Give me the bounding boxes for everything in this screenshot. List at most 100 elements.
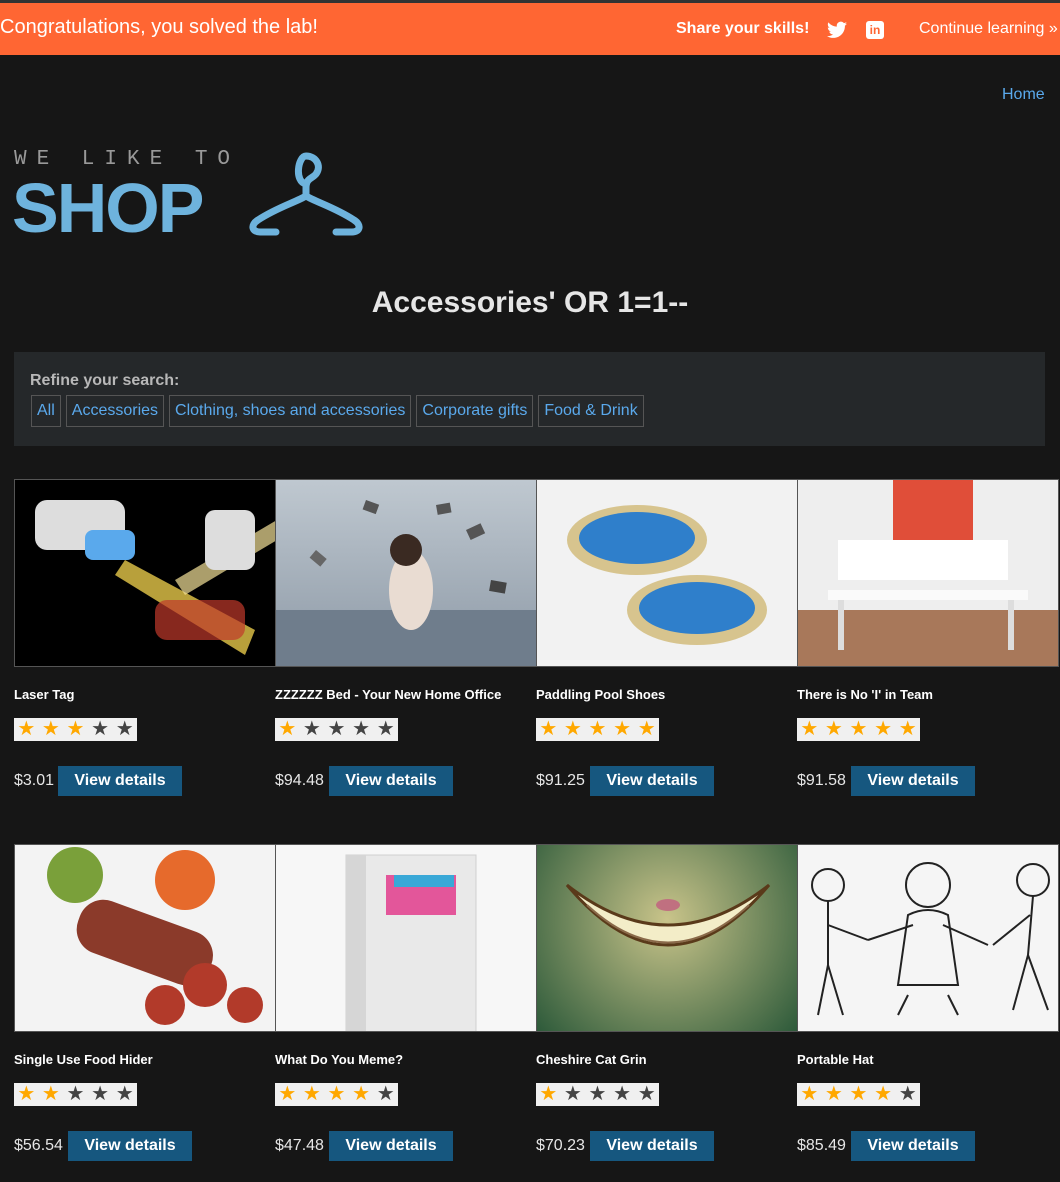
product-card: There is No 'I' in Team ★ ★ ★ ★ ★ $91.58 Vie… [797,479,1059,796]
filter-accessories[interactable]: Accessories [65,395,165,427]
star-icon: ★ [352,718,371,740]
star-icon: ★ [563,718,582,740]
star-rating: ★ ★ ★ ★ ★ [797,1083,920,1106]
product-card: Cheshire Cat Grin ★ ★ ★ ★ ★ $70.23 View deta… [536,844,798,1161]
star-icon: ★ [874,1083,893,1105]
star-icon: ★ [539,718,558,740]
star-icon: ★ [91,718,110,740]
star-icon: ★ [849,718,868,740]
product-price: $91.58 [797,772,846,789]
refine-panel: Refine your search: All Accessories Clot… [14,352,1045,446]
product-image [797,844,1059,1032]
chevron-right-icon: » [1048,20,1058,37]
filter-corporate-gifts[interactable]: Corporate gifts [416,395,534,427]
product-price: $56.54 [14,1137,63,1154]
product-price: $47.48 [275,1137,324,1154]
star-icon: ★ [824,1083,843,1105]
view-details-button[interactable]: View details [590,766,714,796]
product-card: Portable Hat ★ ★ ★ ★ ★ $85.49 View details [797,844,1059,1161]
view-details-button[interactable]: View details [329,766,453,796]
product-image [797,479,1059,667]
star-rating: ★ ★ ★ ★ ★ [536,718,659,741]
product-image [536,844,798,1032]
star-icon: ★ [66,718,85,740]
product-name: Portable Hat [797,1052,874,1067]
star-icon: ★ [800,718,819,740]
star-rating: ★ ★ ★ ★ ★ [275,718,398,741]
star-icon: ★ [849,1083,868,1105]
star-icon: ★ [800,1083,819,1105]
star-icon: ★ [563,1083,582,1105]
product-price: $70.23 [536,1137,585,1154]
product-image [14,479,276,667]
star-icon: ★ [115,718,134,740]
star-icon: ★ [327,718,346,740]
logo-wordmark: SHOP [12,169,204,247]
star-rating: ★ ★ ★ ★ ★ [797,718,920,741]
product-card: ZZZZZZ Bed - Your New Home Office ★ ★ ★ ★ ★ … [275,479,537,796]
product-card: What Do You Meme? ★ ★ ★ ★ ★ $47.48 View deta… [275,844,537,1161]
star-icon: ★ [613,718,632,740]
star-icon: ★ [302,718,321,740]
continue-learning-label: Continue learning [919,20,1045,37]
home-link[interactable]: Home [1002,86,1045,104]
product-price: $94.48 [275,772,324,789]
product-name: There is No 'I' in Team [797,687,933,702]
star-rating: ★ ★ ★ ★ ★ [14,718,137,741]
product-card: Single Use Food Hider ★ ★ ★ ★ ★ $56.54 View … [14,844,276,1161]
star-icon: ★ [17,718,36,740]
search-heading: Accessories' OR 1=1-- [371,286,689,319]
star-icon: ★ [17,1083,36,1105]
product-price: $3.01 [14,772,55,789]
product-price: $85.49 [797,1137,846,1154]
star-icon: ★ [327,1083,346,1105]
refine-label: Refine your search: [30,372,180,389]
star-icon: ★ [637,718,656,740]
star-icon: ★ [278,718,297,740]
view-details-button[interactable]: View details [851,1131,975,1161]
product-name: ZZZZZZ Bed - Your New Home Office [275,687,502,702]
star-icon: ★ [539,1083,558,1105]
product-image [275,479,537,667]
product-price: $91.25 [536,772,585,789]
view-details-button[interactable]: View details [590,1131,714,1161]
star-rating: ★ ★ ★ ★ ★ [536,1083,659,1106]
star-icon: ★ [376,1083,395,1105]
view-details-button[interactable]: View details [329,1131,453,1161]
star-icon: ★ [352,1083,371,1105]
shop-logo[interactable]: WE LIKE TO SHOP [12,140,374,250]
star-icon: ★ [824,718,843,740]
star-icon: ★ [66,1083,85,1105]
product-name: Paddling Pool Shoes [536,687,666,702]
product-image [536,479,798,667]
star-icon: ★ [302,1083,321,1105]
product-name: Cheshire Cat Grin [536,1052,647,1067]
filter-clothing[interactable]: Clothing, shoes and accessories [169,395,412,427]
product-card: Paddling Pool Shoes ★ ★ ★ ★ ★ $91.25 View de… [536,479,798,796]
star-icon: ★ [613,1083,632,1105]
star-icon: ★ [376,718,395,740]
product-image [14,844,276,1032]
star-icon: ★ [588,1083,607,1105]
linkedin-icon[interactable]: in [866,21,884,39]
view-details-button[interactable]: View details [58,766,182,796]
twitter-icon[interactable] [827,21,847,39]
hanger-icon [249,152,363,236]
star-rating: ★ ★ ★ ★ ★ [14,1083,137,1106]
star-icon: ★ [278,1083,297,1105]
star-icon: ★ [898,1083,917,1105]
view-details-button[interactable]: View details [851,766,975,796]
star-icon: ★ [115,1083,134,1105]
star-icon: ★ [588,718,607,740]
star-icon: ★ [91,1083,110,1105]
product-image [275,844,537,1032]
filter-all[interactable]: All [31,395,61,427]
filter-food-drink[interactable]: Food & Drink [538,395,644,427]
product-name: Laser Tag [14,687,75,702]
banner-title: Congratulations, you solved the lab! [0,16,318,38]
continue-learning-link[interactable]: Continue learning » [919,20,1058,38]
lab-solved-banner: Congratulations, you solved the lab! Sha… [0,0,1060,55]
star-icon: ★ [41,1083,60,1105]
share-skills-label: Share your skills! [676,20,810,37]
view-details-button[interactable]: View details [68,1131,192,1161]
